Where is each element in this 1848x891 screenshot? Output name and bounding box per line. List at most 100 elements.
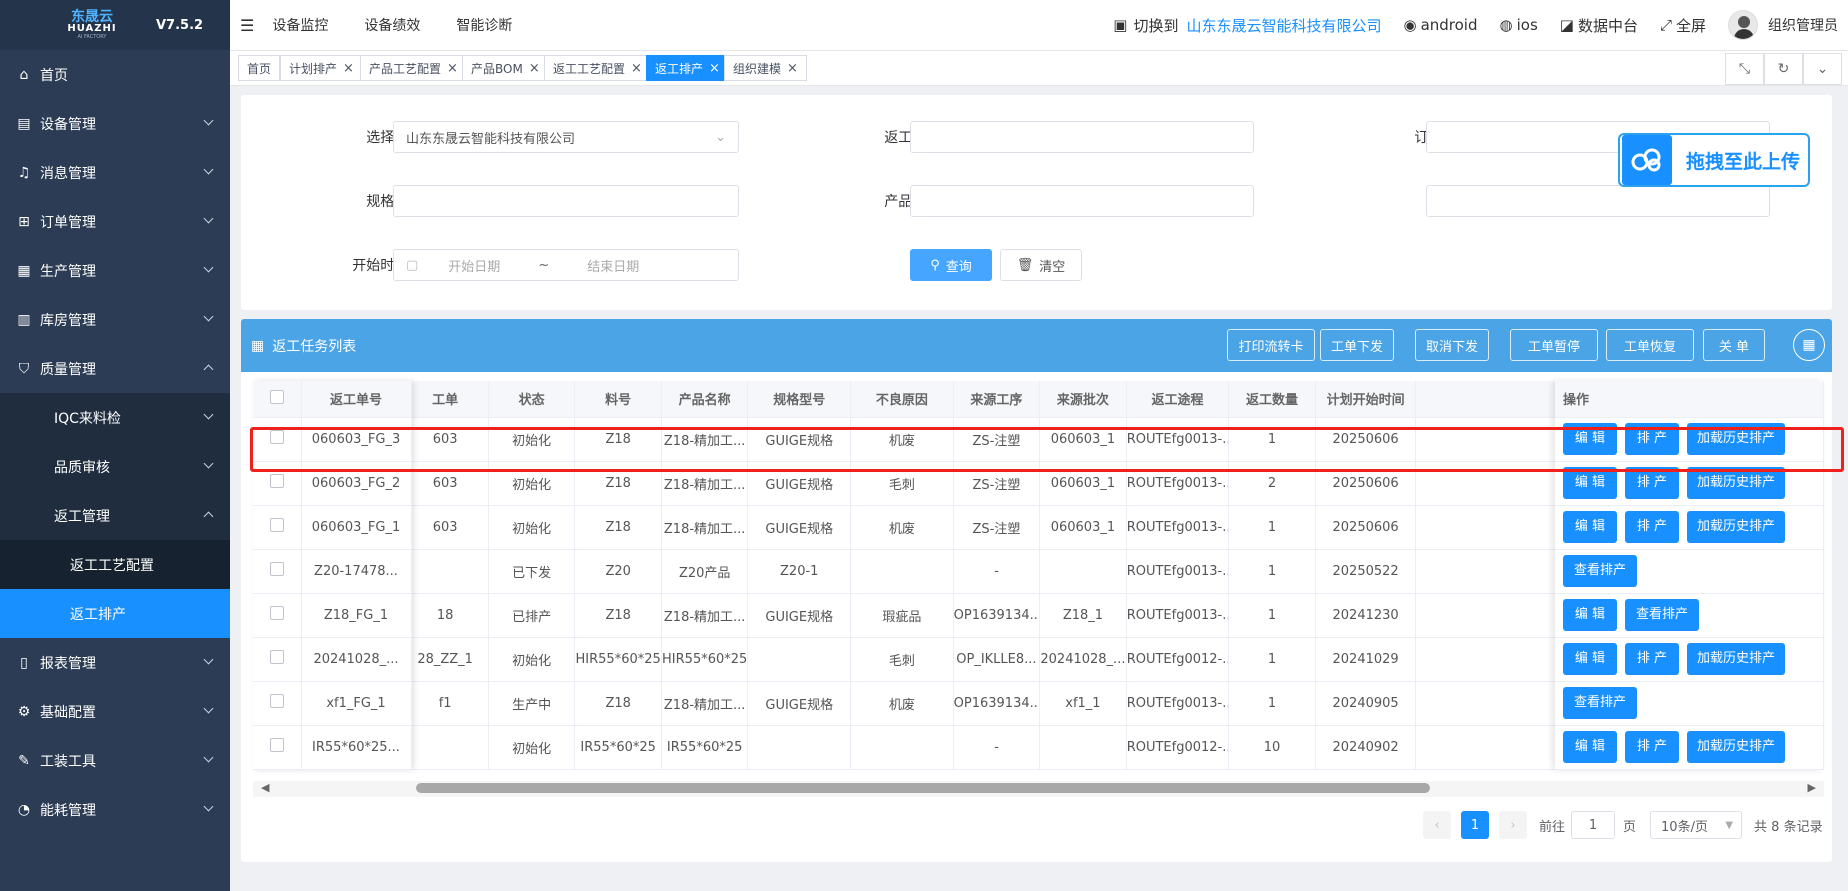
sidebar-item-rework-process[interactable]: 返工工艺配置: [0, 540, 230, 589]
row-checkbox[interactable]: [269, 606, 284, 620]
close-icon[interactable]: ×: [787, 61, 798, 76]
sidebar-item-rework[interactable]: 返工管理: [0, 491, 230, 540]
close-order-button[interactable]: 关 单: [1703, 329, 1765, 361]
data-center-link[interactable]: ◪ 数据中台: [1560, 15, 1638, 36]
rework-no-input[interactable]: [910, 121, 1254, 153]
tab-product-bom[interactable]: 产品BOM ×: [462, 55, 549, 81]
sidebar-item-message[interactable]: ♫ 消息管理: [0, 148, 230, 197]
edit-button[interactable]: 编 辑: [1563, 599, 1617, 631]
sidebar-item-iqc[interactable]: IQC来料检: [0, 393, 230, 442]
cell-route: ROUTEfg0013-...: [1126, 505, 1230, 550]
tab-rework-schedule[interactable]: 返工排产 ×: [646, 55, 729, 81]
row-checkbox[interactable]: [269, 650, 284, 664]
factory-select[interactable]: 山东东晟云智能科技有限公司 ⌄: [393, 121, 739, 153]
close-icon[interactable]: ×: [529, 61, 540, 76]
status-select[interactable]: [1426, 185, 1770, 217]
nav-device-performance[interactable]: 设备绩效: [364, 15, 420, 35]
tab-home[interactable]: 首页: [238, 55, 281, 81]
sidebar-item-home[interactable]: ⌂ 首页: [0, 50, 230, 99]
cell-mat: IR55*60*25: [574, 725, 662, 770]
query-button[interactable]: ⚲ 查询: [910, 249, 992, 281]
horizontal-scrollbar[interactable]: ◀ ▶: [253, 781, 1824, 797]
tab-rework-process[interactable]: 返工工艺配置 ×: [544, 55, 651, 81]
date-range-input[interactable]: ▢ 开始日期 ~ 结束日期: [393, 249, 739, 281]
row-checkbox[interactable]: [269, 694, 284, 708]
row-checkbox[interactable]: [269, 562, 284, 576]
next-page-button[interactable]: ›: [1499, 811, 1527, 839]
row-checkbox[interactable]: [269, 518, 284, 532]
sidebar-item-rework-schedule[interactable]: 返工排产: [0, 589, 230, 638]
fullscreen-link[interactable]: ⤢ 全屏: [1660, 15, 1706, 36]
cell-qty: 10: [1228, 725, 1316, 770]
column-header-route: 返工途程: [1126, 381, 1230, 418]
grid-toggle-icon[interactable]: ▦: [1793, 329, 1825, 361]
user-menu[interactable]: 组织管理员: [1728, 10, 1838, 40]
sidebar-item-quality-audit[interactable]: 品质审核: [0, 442, 230, 491]
sidebar-item-warehouse[interactable]: ▥ 库房管理: [0, 295, 230, 344]
sidebar-item-report[interactable]: ▯ 报表管理: [0, 638, 230, 687]
end-date-placeholder[interactable]: 结束日期: [587, 256, 639, 275]
view-schedule-button[interactable]: 查看排产: [1625, 599, 1699, 631]
sidebar-item-order[interactable]: ⊞ 订单管理: [0, 197, 230, 246]
sidebar-item-tooling[interactable]: ✎ 工装工具: [0, 736, 230, 785]
tab-plan-schedule[interactable]: 计划排产 ×: [280, 55, 363, 81]
row-checkbox[interactable]: [269, 738, 284, 752]
scrollbar-thumb[interactable]: [416, 783, 1430, 793]
clear-button[interactable]: 🗑 清空: [1000, 249, 1082, 281]
drag-upload-widget[interactable]: 拖拽至此上传: [1618, 133, 1810, 187]
expand-icon[interactable]: ⤡: [1725, 53, 1764, 85]
spec-input[interactable]: [393, 185, 739, 217]
sidebar-item-label: 库房管理: [40, 312, 96, 329]
close-icon[interactable]: ×: [343, 61, 354, 76]
scroll-left-icon[interactable]: ◀: [261, 781, 269, 794]
scroll-right-icon[interactable]: ▶: [1808, 781, 1816, 794]
close-icon[interactable]: ×: [709, 61, 720, 76]
refresh-icon[interactable]: ↻: [1764, 53, 1803, 85]
view-schedule-button[interactable]: 查看排产: [1563, 555, 1637, 587]
cancel-issue-button[interactable]: 取消下发: [1415, 329, 1489, 361]
sidebar-item-production[interactable]: ▦ 生产管理: [0, 246, 230, 295]
row-checkbox[interactable]: [269, 474, 284, 488]
sidebar-item-energy[interactable]: ◔ 能耗管理: [0, 785, 230, 834]
select-all-checkbox[interactable]: [269, 389, 284, 404]
goto-input[interactable]: 1: [1571, 811, 1616, 839]
resume-order-button[interactable]: 工单恢复: [1606, 329, 1694, 361]
android-link[interactable]: ◉ android: [1403, 16, 1477, 34]
sidebar-item-basic-config[interactable]: ⚙ 基础配置: [0, 687, 230, 736]
switch-company[interactable]: ▣ 切换到 山东东晟云智能科技有限公司: [1113, 15, 1381, 36]
view-schedule-button[interactable]: 查看排产: [1563, 687, 1637, 719]
issue-order-button[interactable]: 工单下发: [1320, 329, 1394, 361]
close-icon[interactable]: ×: [447, 61, 458, 76]
edit-button[interactable]: 编 辑: [1563, 511, 1617, 543]
company-link[interactable]: 山东东晟云智能科技有限公司: [1186, 15, 1381, 36]
schedule-button[interactable]: 排 产: [1625, 511, 1679, 543]
page-1-button[interactable]: 1: [1461, 811, 1489, 839]
edit-button[interactable]: 编 辑: [1563, 643, 1617, 675]
ios-link[interactable]: ◍ ios: [1500, 16, 1538, 34]
load-history-button[interactable]: 加载历史排产: [1687, 731, 1785, 763]
sidebar-item-label: 返工管理: [54, 508, 110, 525]
sidebar-item-device[interactable]: ▤ 设备管理: [0, 99, 230, 148]
start-date-placeholder[interactable]: 开始日期: [448, 256, 500, 275]
chevron-up-icon: [203, 364, 214, 375]
load-history-button[interactable]: 加载历史排产: [1687, 643, 1785, 675]
pause-order-button[interactable]: 工单暂停: [1510, 329, 1598, 361]
sidebar-item-quality[interactable]: ⛉ 质量管理: [0, 344, 230, 393]
close-icon[interactable]: ×: [631, 61, 642, 76]
device-icon: ▤: [17, 115, 31, 132]
menu-toggle-icon[interactable]: ☰: [240, 16, 254, 35]
chevron-down-icon[interactable]: ⌄: [1803, 53, 1842, 85]
load-history-button[interactable]: 加载历史排产: [1687, 511, 1785, 543]
edit-button[interactable]: 编 辑: [1563, 731, 1617, 763]
total-label: 共 8 条记录: [1754, 819, 1823, 835]
tab-product-process[interactable]: 产品工艺配置 ×: [360, 55, 467, 81]
product-input[interactable]: [910, 185, 1254, 217]
prev-page-button[interactable]: ‹: [1423, 811, 1451, 839]
schedule-button[interactable]: 排 产: [1625, 731, 1679, 763]
tab-org-model[interactable]: 组织建模 ×: [724, 55, 807, 81]
print-card-button[interactable]: 打印流转卡: [1227, 329, 1315, 361]
nav-smart-diagnosis[interactable]: 智能诊断: [456, 15, 512, 35]
nav-device-monitor[interactable]: 设备监控: [272, 15, 328, 35]
schedule-button[interactable]: 排 产: [1625, 643, 1679, 675]
page-size-select[interactable]: 10条/页 ▼: [1650, 811, 1743, 839]
